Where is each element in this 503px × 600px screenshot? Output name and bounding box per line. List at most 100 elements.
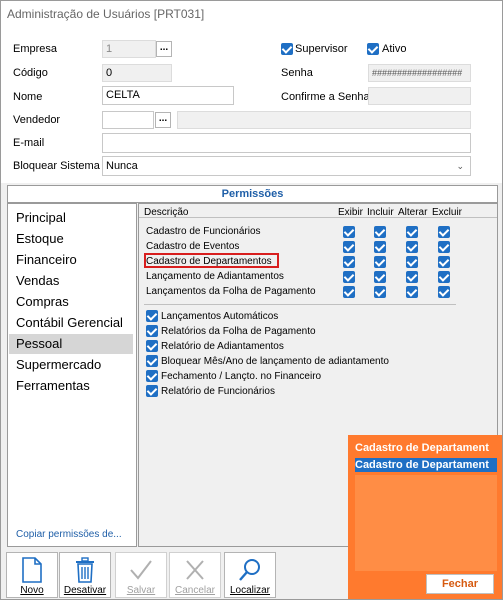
alterar-checkbox[interactable] — [406, 286, 418, 298]
permissions-nav: Principal Estoque Financeiro Vendas Comp… — [7, 203, 137, 547]
excluir-checkbox[interactable] — [438, 271, 450, 283]
bloquear-value: Nunca — [106, 160, 138, 172]
ativo-label: Ativo — [382, 43, 407, 55]
user-admin-window: Administração de Usuários [PRT031] Empre… — [0, 0, 503, 600]
email-field[interactable] — [102, 133, 471, 153]
option-checkbox[interactable] — [146, 370, 158, 382]
header-excluir: Excluir — [432, 207, 463, 218]
incluir-checkbox[interactable] — [374, 241, 386, 253]
excluir-checkbox[interactable] — [438, 226, 450, 238]
alterar-checkbox[interactable] — [406, 256, 418, 268]
option-label: Relatórios da Folha de Pagamento — [161, 326, 316, 337]
option-checkbox[interactable] — [146, 385, 158, 397]
search-icon — [225, 557, 275, 585]
row-label: Lançamentos da Folha de Pagamento — [146, 286, 316, 297]
header-exibir: Exibir — [338, 207, 364, 218]
cancelar-label: Cancelar — [174, 585, 216, 596]
senha-label: Senha — [281, 67, 313, 79]
highlight-box — [144, 253, 279, 268]
row-label: Cadastro de Eventos — [146, 241, 240, 252]
divider — [144, 304, 456, 305]
new-document-icon — [7, 557, 57, 585]
nav-item-estoque[interactable]: Estoque — [9, 229, 133, 249]
user-form: Empresa 1 ... Código 0 Nome CELTA Vended… — [1, 27, 502, 183]
option-checkbox[interactable] — [146, 310, 158, 322]
bloquear-label: Bloquear Sistema — [13, 160, 100, 172]
codigo-field[interactable]: 0 — [102, 64, 172, 82]
exibir-checkbox[interactable] — [343, 241, 355, 253]
vendedor-name-field — [177, 111, 471, 129]
confirme-senha-field[interactable] — [368, 87, 471, 105]
supervisor-label: Supervisor — [295, 43, 348, 55]
senha-field[interactable]: ################## — [368, 64, 471, 82]
copy-permissions-link[interactable]: Copiar permissões de... — [16, 529, 122, 540]
alterar-checkbox[interactable] — [406, 226, 418, 238]
option-label: Lançamentos Automáticos — [161, 311, 279, 322]
empresa-field[interactable]: 1 — [102, 40, 156, 58]
header-descricao: Descrição — [144, 207, 189, 218]
cancelar-button[interactable]: Cancelar — [169, 552, 221, 598]
nav-item-supermercado[interactable]: Supermercado — [9, 355, 133, 375]
option-label: Fechamento / Lançto. no Financeiro — [161, 371, 322, 382]
excluir-checkbox[interactable] — [438, 241, 450, 253]
localizar-label: Localizar — [229, 585, 271, 596]
nome-label: Nome — [13, 91, 43, 103]
option-checkbox[interactable] — [146, 355, 158, 367]
window-title: Administração de Usuários [PRT031] — [1, 1, 502, 27]
nav-item-financeiro[interactable]: Financeiro — [9, 250, 133, 270]
nome-field[interactable]: CELTA — [102, 86, 234, 105]
header-incluir: Incluir — [367, 207, 394, 218]
ativo-checkbox[interactable] — [367, 43, 379, 55]
tooltip-popup: Cadastro de Departament Cadastro de Depa… — [348, 435, 502, 599]
exibir-checkbox[interactable] — [343, 271, 355, 283]
incluir-checkbox[interactable] — [374, 286, 386, 298]
checkmark-icon — [116, 557, 166, 585]
empresa-lookup-button[interactable]: ... — [156, 41, 172, 57]
nav-item-principal[interactable]: Principal — [9, 208, 133, 228]
novo-button[interactable]: Novo — [6, 552, 58, 598]
exibir-checkbox[interactable] — [343, 226, 355, 238]
option-label: Bloquear Mês/Ano de lançamento de adiant… — [161, 356, 389, 367]
exibir-checkbox[interactable] — [343, 256, 355, 268]
confirme-senha-label: Confirme a Senha — [281, 91, 370, 103]
header-alterar: Alterar — [398, 207, 428, 218]
alterar-checkbox[interactable] — [406, 241, 418, 253]
option-label: Relatório de Adiantamentos — [161, 341, 284, 352]
novo-label: Novo — [20, 585, 44, 596]
close-icon — [170, 557, 220, 585]
desativar-button[interactable]: Desativar — [59, 552, 111, 598]
codigo-label: Código — [13, 67, 48, 79]
salvar-button[interactable]: Salvar — [115, 552, 167, 598]
row-label: Cadastro de Funcionários — [146, 226, 261, 237]
tooltip-line-selected: Cadastro de Departament — [355, 458, 497, 472]
supervisor-checkbox[interactable] — [281, 43, 293, 55]
nav-item-contabil-gerencial[interactable]: Contábil Gerencial — [9, 313, 133, 333]
bloquear-select[interactable]: Nunca ⌄ — [102, 156, 471, 176]
vendedor-lookup-button[interactable]: ... — [155, 112, 171, 128]
exibir-checkbox[interactable] — [343, 286, 355, 298]
vendedor-field[interactable] — [102, 111, 154, 129]
localizar-button[interactable]: Localizar — [224, 552, 276, 598]
email-label: E-mail — [13, 137, 45, 149]
alterar-checkbox[interactable] — [406, 271, 418, 283]
incluir-checkbox[interactable] — [374, 271, 386, 283]
empresa-label: Empresa — [13, 43, 58, 55]
incluir-checkbox[interactable] — [374, 256, 386, 268]
nav-item-pessoal[interactable]: Pessoal — [9, 334, 133, 354]
chevron-down-icon: ⌄ — [456, 161, 464, 171]
tooltip-line: Cadastro de Departament — [355, 442, 489, 454]
excluir-checkbox[interactable] — [438, 286, 450, 298]
option-checkbox[interactable] — [146, 340, 158, 352]
desativar-label: Desativar — [63, 585, 107, 596]
trash-icon — [60, 557, 110, 585]
row-label: Lançamento de Adiantamentos — [146, 271, 284, 282]
nav-item-vendas[interactable]: Vendas — [9, 271, 133, 291]
excluir-checkbox[interactable] — [438, 256, 450, 268]
nav-item-compras[interactable]: Compras — [9, 292, 133, 312]
nav-item-ferramentas[interactable]: Ferramentas — [9, 376, 133, 396]
incluir-checkbox[interactable] — [374, 226, 386, 238]
option-checkbox[interactable] — [146, 325, 158, 337]
fechar-button[interactable]: Fechar — [426, 574, 494, 594]
tooltip-content-area — [355, 475, 497, 571]
salvar-label: Salvar — [126, 585, 156, 596]
